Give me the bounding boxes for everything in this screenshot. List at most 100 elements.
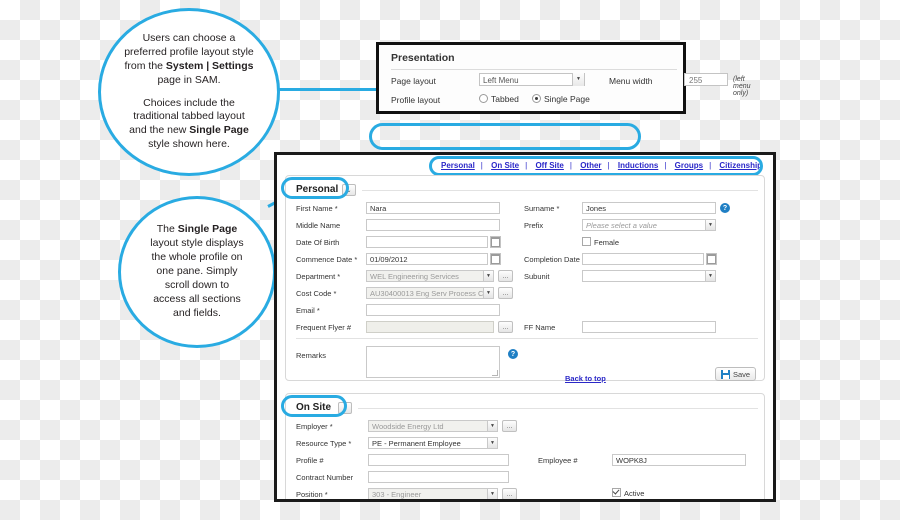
input-completion-date[interactable] [582,253,704,265]
select-position[interactable]: 303 - Engineer ▼ [368,488,498,499]
checkbox-active-label: Active [624,489,645,498]
value-employee-number: WOPK8J [616,456,647,465]
value-commence-date: 01/09/2012 [370,255,408,264]
save-icon [721,369,730,379]
browse-button-frequent-flyer[interactable]: ... [498,321,513,333]
select-resource-type[interactable]: PE - Permanent Employee ▼ [368,437,498,449]
value-surname: Jones [586,204,607,213]
nav-link-off-site[interactable]: Off Site [535,161,563,170]
input-frequent-flyer[interactable] [366,321,494,333]
nav-link-personal[interactable]: Personal [441,161,475,170]
input-middle-name[interactable] [366,219,500,231]
chevron-down-icon: ▼ [483,288,493,298]
nav-link-on-site[interactable]: On Site [491,161,519,170]
page-layout-value: Left Menu [483,76,519,85]
personal-section-card: Personal ⌄ First Name * Nara Middle Name… [285,175,765,381]
chevron-down-icon: ▼ [487,421,497,431]
menu-width-hint: (left menu only) [733,76,751,97]
value-resource-type: PE - Permanent Employee [372,439,461,448]
callout2-bold-single-page: Single Page [177,223,238,236]
input-commence-date[interactable]: 01/09/2012 [366,253,488,265]
browse-button-position[interactable]: ... [502,488,517,499]
nav-link-inductions[interactable]: Inductions [618,161,658,170]
checkbox-female[interactable]: Female [582,237,619,247]
label-employee-number: Employee # [538,456,578,465]
value-employer: Woodside Energy Ltd [372,422,444,431]
nav-sep: | [709,161,712,170]
input-profile-number[interactable] [368,454,509,466]
browse-button-department[interactable]: ... [498,270,513,282]
onsite-collapse-chevron-icon[interactable]: ⌄ [338,402,352,414]
callout1-line5: Choices include the [143,96,235,109]
label-profile-number: Profile # [296,456,324,465]
remarks-divider [296,338,758,339]
value-prefix: Please select a value [586,221,657,230]
input-employee-number[interactable]: WOPK8J [612,454,746,466]
profile-layout-label: Profile layout [391,95,441,105]
menu-width-label: Menu width [609,76,653,86]
callout2-line1: The [156,223,178,236]
label-ff-name: FF Name [524,323,556,332]
label-subunit: Subunit [524,272,550,281]
select-cost-code[interactable]: AU30400013 Eng Serv Process Controls ▼ [366,287,494,299]
input-contract-number[interactable] [368,471,509,483]
input-date-of-birth[interactable] [366,236,488,248]
chevron-down-icon: ▼ [705,271,715,281]
radio-tabbed-icon [479,94,488,103]
input-first-name[interactable]: Nara [366,202,500,214]
callout1-line3: from the [124,59,166,72]
label-frequent-flyer: Frequent Flyer # [296,323,352,332]
callout2-line4: one pane. Simply [156,265,238,278]
nav-sep: | [569,161,572,170]
value-department: WEL Engineering Services [370,272,459,281]
calendar-icon-completion-date[interactable] [706,253,717,265]
select-subunit[interactable]: ▼ [582,270,716,282]
save-button[interactable]: Save [715,367,757,381]
callout2-line7: and fields. [173,306,221,319]
browse-button-employer[interactable]: ... [502,420,517,432]
menu-width-input[interactable]: 255 [684,73,728,86]
nav-link-groups[interactable]: Groups [675,161,703,170]
calendar-icon-commence-date[interactable] [490,253,501,265]
chevron-down-icon: ▼ [483,271,493,281]
callout2-line3: the whole profile on [151,251,243,264]
label-remarks: Remarks [296,351,327,360]
callout-single-page-layout: The Single Page layout style displays th… [118,196,276,348]
back-to-top-link[interactable]: Back to top [565,374,606,383]
help-icon-surname[interactable]: ? [720,203,730,213]
nav-sep: | [525,161,528,170]
personal-header-rule [362,190,758,191]
input-ff-name[interactable] [582,321,716,333]
select-prefix[interactable]: Please select a value ▼ [582,219,716,231]
onsite-section-title: On Site [296,402,332,413]
value-cost-code: AU30400013 Eng Serv Process Controls [370,289,494,298]
help-icon-remarks[interactable]: ? [508,349,518,359]
select-department[interactable]: WEL Engineering Services ▼ [366,270,494,282]
onsite-section-card: On Site ⌄ Employer * Woodside Energy Ltd… [285,393,765,499]
profile-layout-radio-single-page[interactable]: Single Page [532,94,590,104]
nav-link-citizenship[interactable]: Citizenship [719,161,762,170]
personal-section-title: Personal [296,184,339,195]
profile-form-panel: Personal | On Site | Off Site | Other | Indu… [274,152,776,502]
browse-button-cost-code[interactable]: ... [498,287,513,299]
callout2-line5: scroll down to [164,278,230,291]
input-email[interactable] [366,304,500,316]
input-surname[interactable]: Jones [582,202,716,214]
nav-sep: | [607,161,610,170]
label-cost-code: Cost Code * [296,289,337,298]
checkbox-active[interactable]: Active [612,488,644,498]
label-first-name: First Name * [296,204,338,213]
nav-link-other[interactable]: Other [580,161,601,170]
profile-layout-radio-tabbed[interactable]: Tabbed [479,94,519,104]
page-layout-select[interactable]: Left Menu ▼ [479,73,585,86]
calendar-icon-date-of-birth[interactable] [490,236,501,248]
personal-collapse-chevron-icon[interactable]: ⌄ [342,184,356,196]
label-surname: Surname * [524,204,560,213]
nav-sep: | [664,161,667,170]
presentation-title: Presentation [391,52,455,64]
value-position: 303 - Engineer [372,490,422,499]
select-employer[interactable]: Woodside Energy Ltd ▼ [368,420,498,432]
textarea-remarks[interactable] [366,346,500,378]
label-middle-name: Middle Name [296,221,341,230]
label-prefix: Prefix [524,221,544,230]
